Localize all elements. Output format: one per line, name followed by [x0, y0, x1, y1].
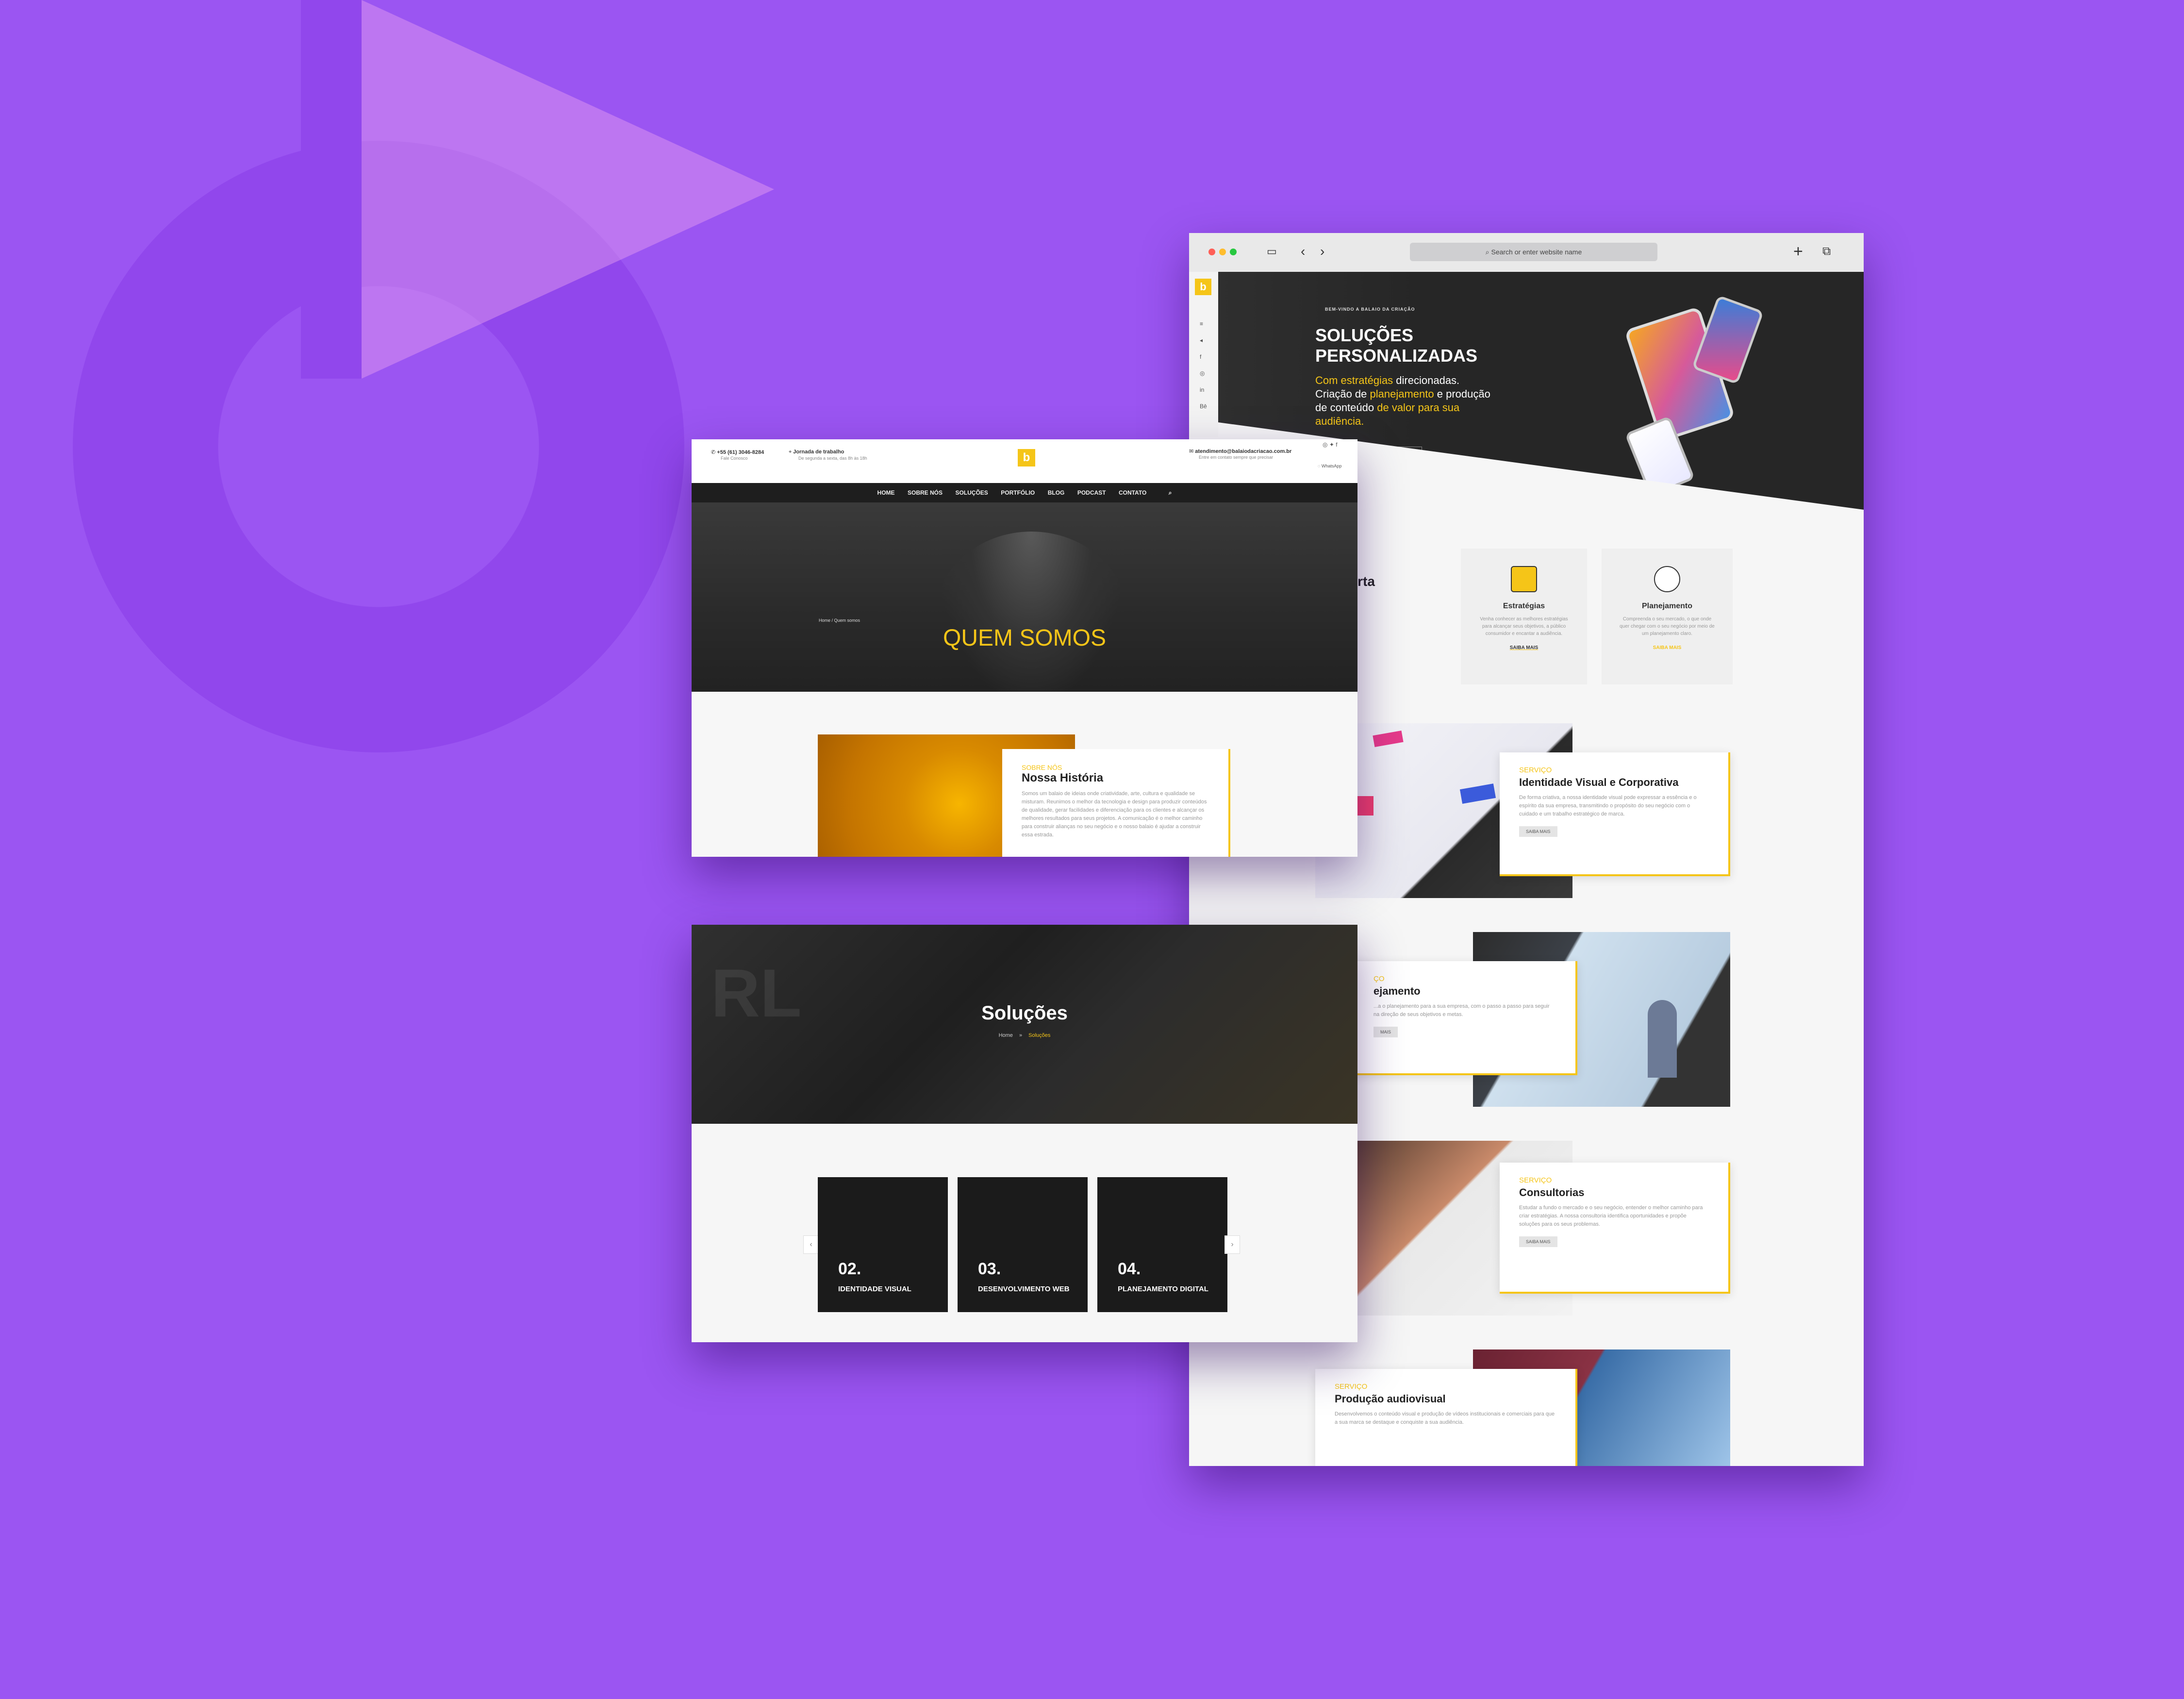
- hero-kicker: BEM-VINDO A BALAIO DA CRIAÇÃO: [1325, 307, 1415, 312]
- search-icon: ⌕: [1485, 248, 1491, 256]
- card-text: Venha conhecer as melhores estratégias p…: [1480, 616, 1568, 636]
- facebook-icon[interactable]: f: [1200, 349, 1207, 365]
- section-title: Nossa História: [1022, 771, 1104, 784]
- saiba-mais-button[interactable]: MAIS: [1373, 1027, 1398, 1037]
- page-banner: RL Soluções Home » Soluções: [692, 925, 1357, 1124]
- email-contact[interactable]: ✉ atendimento@balaiodacriacao.com.br Ent…: [1189, 448, 1291, 460]
- instagram-icon[interactable]: ◎: [1200, 365, 1207, 382]
- hero-subtitle: Com estratégias direcionadas. Criação de…: [1315, 374, 1490, 427]
- nav-solucoes[interactable]: SOLUÇÕES: [955, 483, 988, 502]
- main-nav: HOME SOBRE NÓS SOLUÇÕES PORTFÓLIO BLOG P…: [692, 483, 1357, 502]
- sidebar-toggle-icon[interactable]: ▭: [1267, 244, 1277, 259]
- strategy-icon: [1511, 566, 1537, 592]
- solution-tile[interactable]: 02. IDENTIDADE VISUAL: [818, 1177, 948, 1312]
- background-stem-shape: [301, 0, 362, 379]
- whatsapp-link[interactable]: ◌ WhatsApp: [1318, 464, 1341, 468]
- phone-contact[interactable]: ✆ +55 (61) 3046-8284 Fale Conosco: [711, 449, 764, 461]
- service-card-planejamento[interactable]: Planejamento Compreenda o seu mercado, o…: [1602, 549, 1733, 684]
- social-sidebar: b ≡ ◂ f ◎ in Bē: [1189, 272, 1218, 437]
- working-hours: ⌖ Jornada de trabalho De segunda a sexta…: [789, 449, 867, 461]
- solutions-page-window: RL Soluções Home » Soluções ‹ 02. IDENTI…: [692, 925, 1357, 1342]
- service-producao-audiovisual: SERVIÇO Produção audiovisual Desenvolvem…: [1315, 1369, 1577, 1466]
- phone-mockup: [1691, 295, 1764, 385]
- email-icon: ✉: [1189, 449, 1195, 454]
- forward-arrow-icon[interactable]: ›: [1320, 244, 1324, 259]
- solution-tile[interactable]: 03. DESENVOLVIMENTO WEB: [958, 1177, 1088, 1312]
- service-identidade-visual: SERVIÇO Identidade Visual e Corporativa …: [1500, 752, 1730, 876]
- breadcrumb-home[interactable]: Home: [999, 1033, 1013, 1038]
- location-icon: ⌖: [789, 449, 794, 455]
- nav-blog[interactable]: BLOG: [1048, 483, 1065, 502]
- solution-tile[interactable]: 04. PLANEJAMENTO DIGITAL: [1097, 1177, 1227, 1312]
- twitter-icon[interactable]: ✦: [1329, 441, 1334, 448]
- service-card-estrategias[interactable]: Estratégias Venha conhecer as melhores e…: [1461, 549, 1587, 684]
- saiba-mais-button[interactable]: SAIBA MAIS: [1519, 1236, 1557, 1247]
- cathedral-photo: [934, 532, 1128, 692]
- facebook-icon[interactable]: f: [1336, 441, 1337, 448]
- breadcrumb-current: Soluções: [1028, 1033, 1051, 1038]
- page-banner: Home / Quem somos QUEM SOMOS: [692, 502, 1357, 692]
- nav-home[interactable]: HOME: [877, 483, 895, 502]
- hero-title: SOLUÇÕES PERSONALIZADAS: [1315, 325, 1478, 366]
- page-title: QUEM SOMOS: [943, 625, 1107, 651]
- minimize-window-button[interactable]: [1219, 249, 1226, 255]
- nav-podcast[interactable]: PODCAST: [1077, 483, 1106, 502]
- breadcrumb: Home / Quem somos: [819, 618, 860, 623]
- nav-sobre-nos[interactable]: SOBRE NÓS: [908, 483, 943, 502]
- new-tab-icon[interactable]: +: [1793, 243, 1803, 260]
- history-card: SOBRE NÓS Nossa História Somos um balaio…: [1002, 749, 1230, 857]
- card-link[interactable]: SAIBA MAIS: [1461, 645, 1587, 650]
- contact-topbar: ✆ +55 (61) 3046-8284 Fale Conosco ⌖ Jorn…: [692, 439, 1357, 483]
- about-section: SOBRE NÓS Nossa História Somos um balaio…: [692, 692, 1357, 857]
- tabs-overview-icon[interactable]: ⧉: [1822, 244, 1831, 259]
- service-consultorias: SERVIÇO Consultorias Estudar a fundo o m…: [1500, 1163, 1730, 1294]
- breadcrumb: Home » Soluções: [998, 1033, 1051, 1038]
- carousel-next-button[interactable]: ›: [1224, 1235, 1240, 1254]
- page-title: Soluções: [981, 1002, 1068, 1024]
- section-kicker: SOBRE NÓS: [1022, 764, 1062, 771]
- instagram-icon[interactable]: ◎: [1323, 441, 1327, 448]
- back-arrow-icon[interactable]: ‹: [1301, 244, 1305, 259]
- brand-logo[interactable]: b: [1018, 449, 1035, 466]
- close-window-button[interactable]: [1208, 249, 1215, 255]
- planning-icon: [1654, 566, 1680, 592]
- background-play-triangle: [362, 0, 774, 379]
- address-bar-placeholder: Search or enter website name: [1491, 248, 1582, 256]
- maximize-window-button[interactable]: [1230, 249, 1237, 255]
- saiba-mais-button[interactable]: SAIBA MAIS: [1519, 826, 1557, 837]
- section-text: Somos um balaio de ideias onde criativid…: [1022, 791, 1207, 838]
- whatsapp-icon: ◌: [1318, 464, 1322, 468]
- brand-logo[interactable]: b: [1195, 279, 1211, 295]
- card-text: Compreenda o seu mercado, o que onde que…: [1620, 616, 1715, 636]
- card-title: Planejamento: [1641, 602, 1693, 610]
- card-title: Estratégias: [1503, 602, 1545, 610]
- search-icon[interactable]: ⌕: [1169, 483, 1172, 502]
- card-link[interactable]: SAIBA MAIS: [1602, 645, 1733, 650]
- about-page-window: ✆ +55 (61) 3046-8284 Fale Conosco ⌖ Jorn…: [692, 439, 1357, 857]
- sound-icon[interactable]: ◂: [1200, 332, 1207, 349]
- carousel-prev-button[interactable]: ‹: [803, 1235, 819, 1254]
- nav-contato[interactable]: CONTATO: [1119, 483, 1146, 502]
- social-icons: ◎ ✦ f: [1323, 441, 1338, 448]
- menu-icon[interactable]: ≡: [1200, 316, 1207, 332]
- phone-icon: ✆: [711, 450, 717, 455]
- linkedin-icon[interactable]: in: [1200, 382, 1207, 398]
- address-bar[interactable]: ⌕ Search or enter website name: [1410, 243, 1657, 261]
- behance-icon[interactable]: Bē: [1200, 398, 1207, 415]
- nav-portfolio[interactable]: PORTFÓLIO: [1001, 483, 1035, 502]
- browser-toolbar: ▭ ‹ › ⌕ Search or enter website name + ⧉: [1189, 233, 1864, 272]
